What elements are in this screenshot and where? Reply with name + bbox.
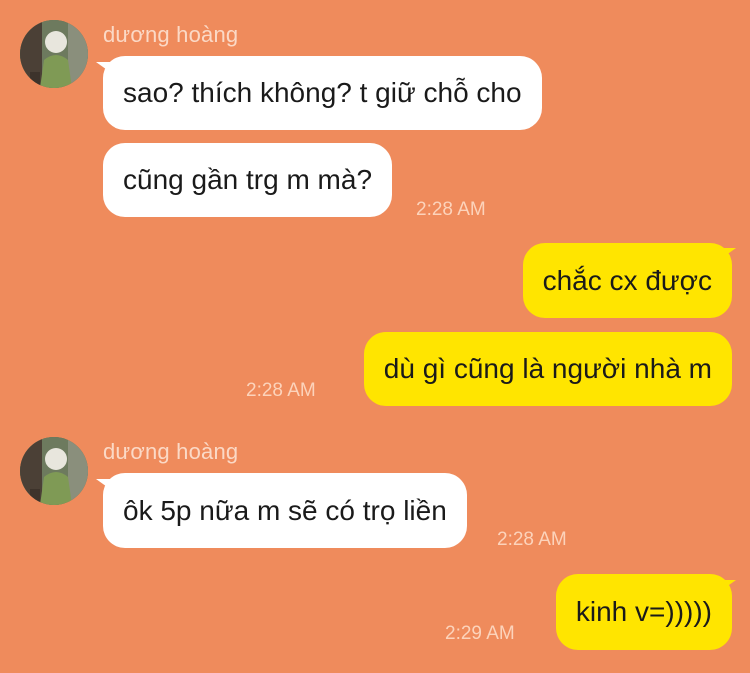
- message-text: dù gì cũng là người nhà m: [383, 353, 712, 385]
- message-text: ôk 5p nữa m sẽ có trọ liền: [123, 494, 447, 526]
- sender-name: dương hoàng: [103, 439, 239, 464]
- avatar-icon[interactable]: [20, 20, 88, 88]
- message-text: cũng gần trg m mà?: [123, 164, 373, 196]
- outgoing-message-bubble[interactable]: kinh v=))))): [555, 574, 732, 650]
- message-text: chắc cx được: [542, 264, 712, 296]
- sender-name: dương hoàng: [103, 22, 239, 47]
- message-timestamp: 2:28 AM: [246, 380, 316, 401]
- avatar-icon[interactable]: [20, 437, 88, 505]
- message-timestamp: 2:28 AM: [497, 529, 567, 550]
- message-timestamp: 2:28 AM: [416, 199, 486, 220]
- incoming-message-bubble[interactable]: sao? thích không? t giữ chỗ cho: [103, 56, 542, 130]
- chat-window: dương hoàng sao? thích không? t giữ chỗ …: [0, 0, 750, 673]
- message-timestamp: 2:29 AM: [445, 623, 515, 644]
- outgoing-message-bubble[interactable]: chắc cx được: [522, 243, 732, 318]
- message-text: sao? thích không? t giữ chỗ cho: [123, 77, 522, 109]
- incoming-message-bubble[interactable]: ôk 5p nữa m sẽ có trọ liền: [103, 473, 467, 548]
- outgoing-message-bubble[interactable]: dù gì cũng là người nhà m: [363, 332, 732, 406]
- message-text: kinh v=))))): [575, 596, 712, 628]
- incoming-message-bubble[interactable]: cũng gần trg m mà?: [103, 143, 393, 217]
